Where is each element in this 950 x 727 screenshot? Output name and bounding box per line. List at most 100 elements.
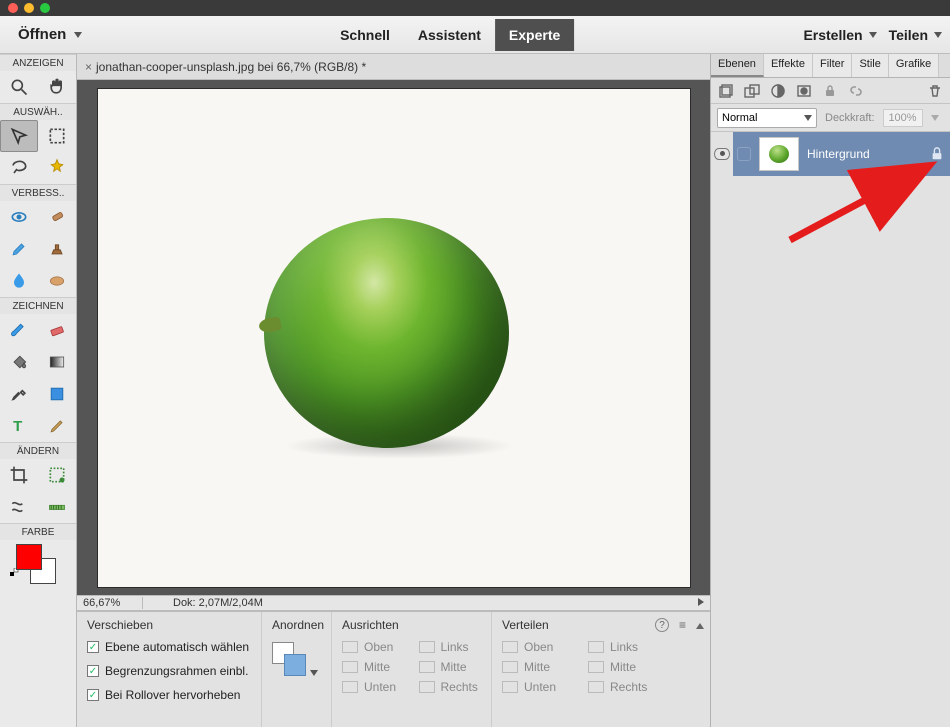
redeye-tool[interactable] [0, 201, 38, 233]
color-swatches[interactable] [0, 540, 76, 586]
section-zeichnen: ZEICHNEN [0, 297, 76, 314]
tab-effekte[interactable]: Effekte [764, 54, 813, 77]
options-title: Verschieben [87, 618, 251, 632]
window-minimize-dot[interactable] [24, 3, 34, 13]
zoom-level[interactable]: 66,67% [83, 597, 143, 609]
visibility-eye-icon[interactable] [714, 148, 730, 160]
opacity-label: Deckkraft: [825, 112, 875, 124]
options-collapse-icon[interactable] [696, 623, 704, 629]
blend-mode-value: Normal [722, 112, 757, 124]
align-middle-h[interactable]: Mitte [342, 660, 405, 674]
adjustment-layer-icon[interactable] [769, 82, 787, 100]
spot-heal-tool[interactable] [38, 201, 76, 233]
check-auto-select[interactable]: ✓Ebene automatisch wählen [87, 640, 251, 654]
lock-layers-icon[interactable] [821, 82, 839, 100]
crop-tool[interactable] [0, 459, 38, 491]
text-tool[interactable]: T [0, 410, 38, 442]
paint-bucket-tool[interactable] [0, 346, 38, 378]
caret-down-icon [869, 32, 877, 38]
arrange-back-icon[interactable] [284, 654, 306, 676]
document-tabbar: × jonathan-cooper-unsplash.jpg bei 66,7%… [77, 54, 710, 80]
tab-grafiken[interactable]: Grafike [889, 54, 939, 77]
erstellen-button[interactable]: Erstellen [803, 27, 876, 43]
tab-stile[interactable]: Stile [852, 54, 888, 77]
distribute-bottom[interactable]: Unten [502, 680, 574, 694]
gradient-tool[interactable] [38, 346, 76, 378]
distribute-top[interactable]: Oben [502, 640, 574, 654]
clone-stamp-tool[interactable] [38, 233, 76, 265]
sponge-tool[interactable] [38, 265, 76, 297]
window-zoom-dot[interactable] [40, 3, 50, 13]
align-left[interactable]: Links [419, 640, 482, 654]
layer-row-hintergrund[interactable]: Hintergrund [733, 132, 950, 176]
status-expand-icon[interactable] [698, 597, 704, 609]
check-rollover[interactable]: ✓Bei Rollover hervorheben [87, 688, 251, 702]
canvas-area[interactable] [77, 80, 710, 595]
distribute-left[interactable]: Links [588, 640, 660, 654]
arrange-dropdown-icon[interactable] [310, 670, 318, 676]
delete-layer-icon[interactable] [926, 82, 944, 100]
new-layer-icon[interactable] [717, 82, 735, 100]
options-panel-actions: ? ≡ [655, 618, 704, 632]
caret-down-icon [804, 115, 812, 121]
hand-tool[interactable] [38, 71, 76, 103]
erstellen-label: Erstellen [803, 27, 862, 43]
align-right[interactable]: Rechts [419, 680, 482, 694]
new-group-icon[interactable] [743, 82, 761, 100]
align-top[interactable]: Oben [342, 640, 405, 654]
shape-tool[interactable] [38, 378, 76, 410]
canvas[interactable] [98, 89, 690, 587]
straighten-tool[interactable] [38, 491, 76, 523]
tab-experte[interactable]: Experte [495, 19, 574, 51]
check-bounds[interactable]: ✓Begrenzungsrahmen einbl. [87, 664, 251, 678]
document-tab[interactable]: × jonathan-cooper-unsplash.jpg bei 66,7%… [85, 60, 366, 74]
distribute-right[interactable]: Rechts [588, 680, 660, 694]
eyedropper-tool[interactable] [0, 378, 38, 410]
opacity-value[interactable]: 100% [883, 109, 923, 127]
content-aware-tool[interactable] [0, 491, 38, 523]
layer-lock-icon[interactable] [930, 147, 944, 161]
tab-assistent[interactable]: Assistent [404, 19, 495, 51]
distribute-middle-h[interactable]: Mitte [502, 660, 574, 674]
help-icon[interactable]: ? [655, 618, 669, 632]
options-menu-icon[interactable]: ≡ [679, 618, 686, 632]
brush-tool[interactable] [0, 314, 38, 346]
eraser-tool[interactable] [38, 314, 76, 346]
options-ausrichten: Ausrichten Oben Links Mitte Mitte Unten … [332, 612, 492, 727]
pencil-tool[interactable] [38, 410, 76, 442]
blur-tool[interactable] [0, 265, 38, 297]
window-close-dot[interactable] [8, 3, 18, 13]
marquee-tool[interactable] [38, 120, 76, 152]
status-bar: 66,67% Dok: 2,07M/2,04M [77, 595, 710, 611]
align-middle-v[interactable]: Mitte [419, 660, 482, 674]
section-verbessern: VERBESS.. [0, 184, 76, 201]
recompose-tool[interactable] [38, 459, 76, 491]
lasso-tool[interactable] [0, 152, 38, 184]
opacity-dropdown-icon[interactable] [931, 115, 939, 121]
smart-brush-tool[interactable] [0, 233, 38, 265]
options-anordnen: Anordnen [262, 612, 332, 727]
tab-schnell[interactable]: Schnell [326, 19, 404, 51]
teilen-button[interactable]: Teilen [889, 27, 942, 43]
panel-menu-icon[interactable]: ⋮≡ [939, 54, 950, 77]
foreground-color[interactable] [16, 544, 42, 570]
options-verteilen: Verteilen Oben Links Mitte Mitte Unten R… [492, 612, 670, 727]
section-aendern: ÄNDERN [0, 442, 76, 459]
link-layers-icon[interactable] [847, 82, 865, 100]
close-tab-icon[interactable]: × [85, 60, 92, 74]
blend-mode-select[interactable]: Normal [717, 108, 817, 128]
layer-mask-icon[interactable] [795, 82, 813, 100]
move-tool[interactable] [0, 120, 38, 152]
section-auswaehlen: AUSWÄH.. [0, 103, 76, 120]
layer-thumbnail[interactable] [759, 137, 799, 171]
zoom-tool[interactable] [0, 71, 38, 103]
align-bottom[interactable]: Unten [342, 680, 405, 694]
tab-ebenen[interactable]: Ebenen [711, 54, 764, 77]
layer-link-icon[interactable] [737, 147, 751, 161]
lime-image [244, 198, 544, 478]
open-menu-button[interactable]: Öffnen [8, 20, 92, 49]
distribute-middle-v[interactable]: Mitte [588, 660, 660, 674]
panel-tabs: Ebenen Effekte Filter Stile Grafike ⋮≡ [711, 54, 950, 78]
magic-wand-tool[interactable] [38, 152, 76, 184]
tab-filter[interactable]: Filter [813, 54, 852, 77]
